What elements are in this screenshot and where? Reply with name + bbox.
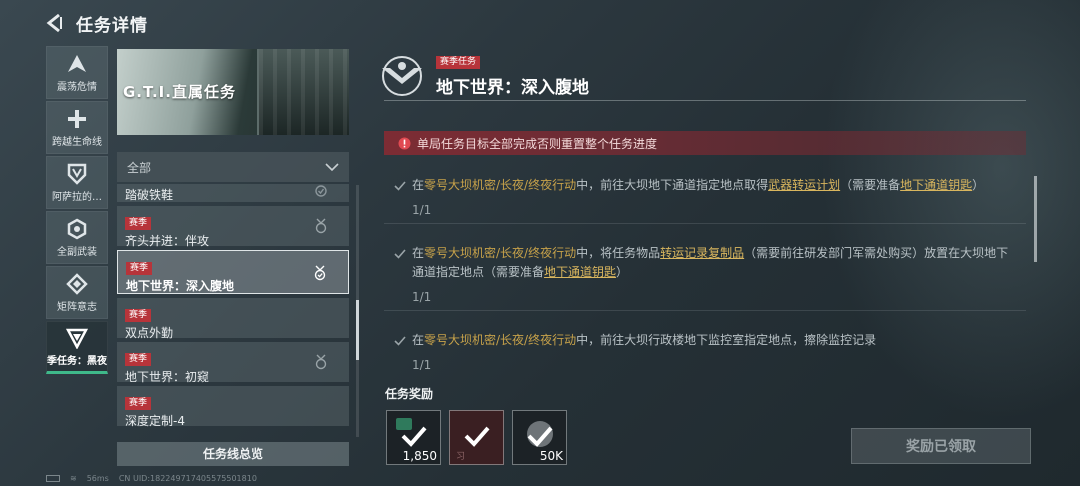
filter-selected: 全部 [127, 160, 152, 175]
check-icon [394, 249, 406, 259]
banner-crate-art [257, 49, 349, 135]
rewards-label: 任务奖励 [385, 387, 434, 401]
objective-list[interactable]: 在零号大坝机密/长夜/终夜行动中，前往大坝地下通道指定地点取得武器转运计划（需要… [384, 168, 1026, 370]
nav-item-fully-armed[interactable]: 全副武装 [46, 211, 108, 264]
task-filter-dropdown[interactable]: 全部 [117, 152, 349, 182]
check-icon [394, 181, 406, 191]
nav-item-lifeline[interactable]: 跨越生命线 [46, 101, 108, 154]
task-item[interactable]: 赛季 双点外勤 [117, 298, 349, 340]
wifi-icon: ≋ [70, 474, 77, 483]
objective-item: 在零号大坝机密/长夜/终夜行动中，前往大坝地下通道指定地点取得武器转运计划（需要… [384, 168, 1026, 224]
nav-label: 阿萨拉的… [52, 191, 102, 203]
nav-label: 跨越生命线 [52, 136, 102, 148]
objective-item: 在零号大坝机密/长夜/终夜行动中，将任务物品转运记录复制品（需要前往研发部门军需… [384, 236, 1026, 311]
task-item[interactable]: 踏破铁鞋 [117, 184, 349, 202]
season-task-tag: 赛季任务 [436, 56, 481, 69]
nav-label: 矩阵意志 [57, 301, 97, 313]
triangle-badge-icon [66, 328, 88, 349]
medal-check-icon [314, 265, 326, 281]
objective-scrollbar[interactable] [1034, 176, 1037, 262]
task-line-banner: G.T.I.直属任务 [117, 49, 349, 135]
chevron-down-icon [325, 163, 339, 172]
nav-label: 季任务：黑夜 [47, 355, 107, 367]
task-item[interactable]: 赛季 深度定制-4 [117, 386, 349, 428]
objective-item: 在零号大坝机密/长夜/终夜行动中，前往大坝行政楼地下监控室指定地点，擦除监控记录… [384, 323, 1026, 370]
task-line-overview-button[interactable]: 任务线总览 [117, 442, 349, 466]
task-status-icon [315, 185, 327, 197]
uid-text: CN UID:182249717405575501810 [118, 474, 257, 483]
shield-v-icon [67, 163, 87, 185]
task-name: 地下世界：初窥 [125, 370, 210, 384]
status-bar: ≋ 56ms CN UID:182249717405575501810 [46, 474, 257, 483]
objective-text: 在零号大坝机密/长夜/终夜行动中，前往大坝地下通道指定地点取得武器转运计划（需要… [412, 178, 985, 192]
divider [384, 100, 1026, 101]
task-item[interactable]: 赛季 齐头并进：伴攻 [117, 206, 349, 248]
reward-item-coins[interactable]: 1,850 [386, 410, 441, 465]
task-name: 踏破铁鞋 [125, 188, 174, 202]
warning-icon [398, 137, 411, 149]
check-icon [394, 336, 406, 346]
reward-count: 50K [539, 449, 563, 463]
nav-item-tremor-crisis[interactable]: 震荡危情 [46, 46, 108, 99]
back-arrow-icon[interactable] [44, 12, 66, 34]
rewards-claimed-button[interactable]: 奖励已领取 [851, 428, 1031, 464]
task-name: 双点外勤 [125, 326, 174, 340]
task-list-scrollbar-thumb[interactable] [356, 300, 359, 360]
season-tag: 赛季 [125, 217, 152, 230]
claimed-check-icon [464, 426, 490, 447]
season-tag: 赛季 [125, 353, 152, 366]
warning-banner: 单局任务目标全部完成否则重置整个任务进度 [384, 131, 1026, 155]
objective-progress: 1/1 [412, 203, 432, 217]
season-tag: 赛季 [126, 262, 153, 275]
season-tag: 赛季 [125, 309, 152, 322]
item-link[interactable]: 转运记录复制品 [660, 246, 744, 260]
reward-sub-label: 习 [456, 452, 466, 462]
battery-icon [46, 475, 60, 482]
medal-icon [315, 218, 327, 234]
task-name: 深度定制-4 [125, 414, 185, 428]
key-link[interactable]: 地下通道钥匙 [900, 178, 972, 192]
objective-text: 在零号大坝机密/长夜/终夜行动中，前往大坝行政楼地下监控室指定地点，擦除监控记录 [412, 333, 877, 347]
task-item-selected[interactable]: 赛季 地下世界：深入腹地 [117, 250, 349, 294]
medal-icon [315, 354, 327, 370]
reward-count: 1,850 [402, 449, 437, 463]
claimed-check-icon [401, 426, 427, 447]
nav-label: 全副武装 [57, 246, 97, 258]
nav-item-asala[interactable]: 阿萨拉的… [46, 156, 108, 209]
nav-label: 震荡危情 [57, 81, 97, 93]
task-detail-title: 地下世界：深入腹地 [436, 78, 589, 98]
season-tag: 赛季 [125, 397, 152, 410]
header: 任务详情 [44, 8, 148, 38]
task-name: 齐头并进：伴攻 [125, 234, 210, 248]
objective-progress: 1/1 [412, 290, 432, 304]
banner-title: G.T.I.直属任务 [123, 83, 236, 101]
task-name: 地下世界：深入腹地 [126, 279, 235, 293]
warning-text: 单局任务目标全部完成否则重置整个任务进度 [417, 136, 658, 151]
nav-item-matrix-will[interactable]: 矩阵意志 [46, 266, 108, 319]
key-link[interactable]: 地下通道钥匙 [544, 265, 616, 279]
objective-text: 在零号大坝机密/长夜/终夜行动中，将任务物品转运记录复制品（需要前往研发部门军需… [412, 246, 1009, 279]
ping-text: 56ms [86, 474, 109, 483]
task-item[interactable]: 赛季 地下世界：初窥 [117, 342, 349, 384]
nav-item-season-tasks[interactable]: 季任务：黑夜 [46, 321, 108, 374]
plus-icon [68, 109, 86, 128]
alert-a-icon [68, 54, 86, 72]
reward-item-currency[interactable]: 50K [512, 410, 567, 465]
diamond-icon [66, 272, 88, 295]
eagle-emblem-icon [382, 56, 422, 96]
category-sidebar: 震荡危情 跨越生命线 阿萨拉的… 全副武装 矩阵意志 季任务：黑夜 [46, 46, 108, 376]
objective-progress: 1/1 [412, 358, 432, 370]
item-link[interactable]: 武器转运计划 [768, 178, 840, 192]
task-list[interactable]: 踏破铁鞋 赛季 齐头并进：伴攻 赛季 地下世界：深入腹地 赛季 双点外勤 赛季 … [117, 184, 349, 436]
reward-item-material[interactable]: 习 [449, 410, 504, 465]
page-title: 任务详情 [76, 15, 148, 36]
hex-gear-icon [67, 218, 87, 239]
claimed-check-icon [527, 426, 553, 447]
